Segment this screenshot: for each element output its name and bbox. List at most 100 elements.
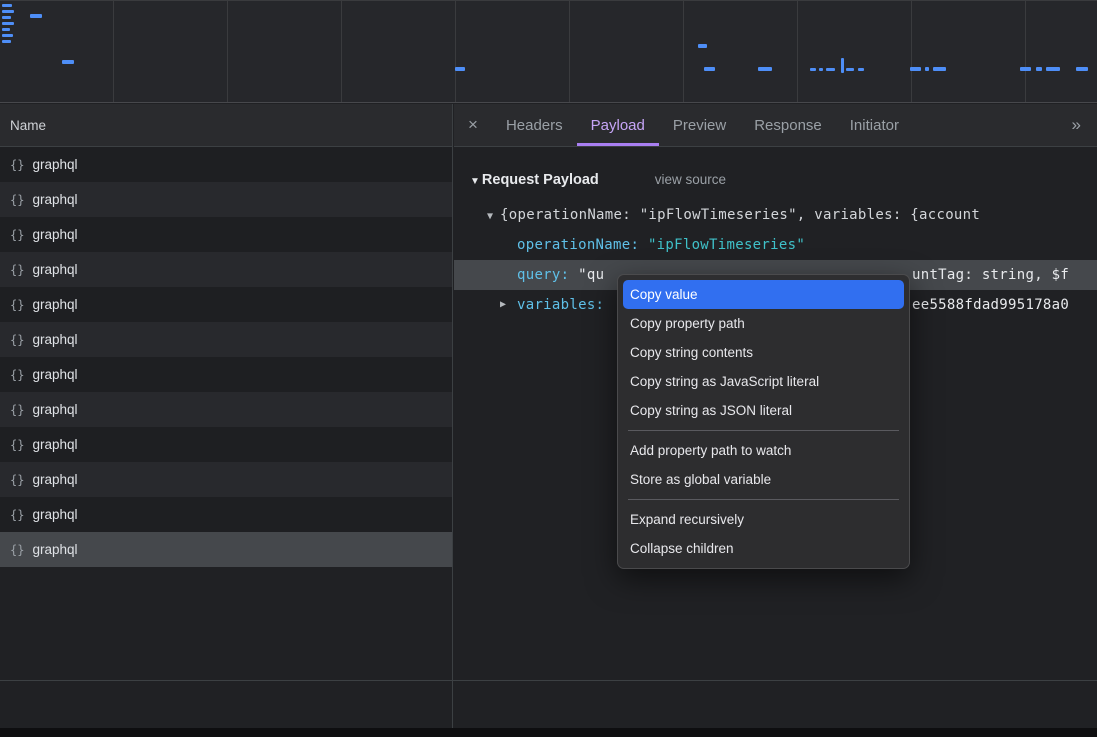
request-row[interactable]: {} graphql [0, 392, 452, 427]
request-row[interactable]: {} graphql [0, 462, 452, 497]
timeline-activity-bar [2, 28, 10, 31]
request-list: {} graphql {} graphql {} graphql {} graphql {} gr… [0, 147, 452, 567]
tab-response[interactable]: Response [740, 104, 836, 146]
request-name: graphql [32, 472, 77, 487]
json-braces-icon: {} [10, 403, 24, 417]
timeline-activity-bar [1020, 67, 1031, 71]
request-row[interactable]: {} graphql [0, 532, 452, 567]
request-name: graphql [32, 507, 77, 522]
timeline-activity-bar [846, 68, 854, 71]
request-name: graphql [32, 542, 77, 557]
timeline-activity-bar [62, 60, 74, 64]
menu-separator [628, 499, 899, 500]
request-row[interactable]: {}graphql [0, 427, 452, 462]
timeline-activity-bar [30, 14, 42, 18]
footer-divider [0, 680, 1097, 681]
timeline-activity-bar [2, 10, 14, 13]
timeline-activity-bar [925, 67, 929, 71]
timeline-activity-bar [910, 67, 921, 71]
request-name: graphql [32, 262, 77, 277]
request-name: graphql [32, 192, 77, 207]
tab-list: HeadersPayloadPreviewResponseInitiator [492, 104, 913, 146]
menu-item-add-property-path-to-watch[interactable]: Add property path to watch [618, 436, 909, 465]
section-expand-icon[interactable]: ▼ [470, 173, 480, 190]
timeline-activity-bar [810, 68, 816, 71]
payload-root-row[interactable]: ▼ {operationName: "ipFlowTimeseries", var… [454, 200, 1097, 230]
request-row[interactable]: {} graphql [0, 147, 452, 182]
menu-item-expand-recursively[interactable]: Expand recursively [618, 505, 909, 534]
menu-item-copy-property-path[interactable]: Copy property path [618, 309, 909, 338]
context-menu: Copy valueCopy property pathCopy string … [617, 274, 910, 569]
timeline-activity-bar [826, 68, 835, 71]
timeline-activity-bar [2, 16, 11, 19]
timeline-activity-bar [1036, 67, 1042, 71]
json-braces-icon: {} [10, 368, 24, 382]
request-name: graphql [32, 227, 77, 242]
json-braces-icon: {} [10, 263, 24, 277]
request-name: graphql [32, 297, 77, 312]
request-row[interactable]: {} graphql [0, 182, 452, 217]
request-row[interactable]: {} graphql [0, 357, 452, 392]
menu-item-store-as-global-variable[interactable]: Store as global variable [618, 465, 909, 494]
timeline-activity-bar [819, 68, 823, 71]
root-expand-icon[interactable]: ▼ [487, 211, 493, 222]
request-row[interactable]: {}graphql [0, 322, 452, 357]
menu-item-copy-value[interactable]: Copy value [623, 280, 904, 309]
request-row[interactable]: {} graphql [0, 217, 452, 252]
menu-item-copy-string-contents[interactable]: Copy string contents [618, 338, 909, 367]
property-value: "ipFlowTimeseries" [648, 237, 805, 253]
more-tabs-icon[interactable]: » [1056, 115, 1097, 135]
network-overview-timeline[interactable] [0, 0, 1097, 103]
json-braces-icon: {} [10, 158, 24, 172]
timeline-activity-bar [704, 67, 715, 71]
request-list-panel: Name {}graphql{}graphql{}graphql{}graphq… [0, 104, 453, 728]
timeline-activity-bar [841, 58, 844, 73]
timeline-activity-bar [1046, 67, 1060, 71]
property-value-start: "qu [578, 267, 604, 283]
name-column-label: Name [10, 118, 46, 133]
expand-arrow-icon[interactable]: ▶ [500, 290, 506, 320]
tab-headers[interactable]: Headers [492, 104, 577, 146]
timeline-activity-bar [1076, 67, 1088, 71]
request-row[interactable]: {} graphql [0, 252, 452, 287]
request-payload-section-header: ▼ Request Payload view source [454, 171, 1097, 188]
devtools-screenshot: Name {}graphql{}graphql{}graphql{}graphq… [0, 0, 1110, 740]
timeline-activity-bar [455, 67, 465, 71]
property-value-end: ee5588fdad995178a0 [912, 290, 1069, 320]
tab-preview[interactable]: Preview [659, 104, 740, 146]
request-name: graphql [32, 402, 77, 417]
menu-item-collapse-children[interactable]: Collapse children [618, 534, 909, 563]
json-braces-icon: {} [10, 193, 24, 207]
tab-initiator[interactable]: Initiator [836, 104, 913, 146]
request-name: graphql [32, 367, 77, 382]
request-name: graphql [32, 157, 77, 172]
timeline-activity-bar [698, 44, 707, 48]
timeline-activity-bar [933, 67, 946, 71]
menu-item-copy-string-as-javascript-literal[interactable]: Copy string as JavaScript literal [618, 367, 909, 396]
json-braces-icon: {} [10, 473, 24, 487]
request-name: graphql [32, 437, 77, 452]
property-key: variables: [517, 297, 604, 313]
payload-row-operationName[interactable]: operationName: "ipFlowTimeseries" [454, 230, 1097, 260]
devtools-network-panel: Name {}graphql{}graphql{}graphql{}graphq… [0, 0, 1097, 737]
timeline-activity-bar [2, 4, 12, 7]
property-value-end: untTag: string, $f [912, 260, 1069, 290]
detail-tab-bar: × HeadersPayloadPreviewResponseInitiator… [454, 104, 1097, 147]
json-braces-icon: {} [10, 333, 24, 347]
json-braces-icon: {} [10, 298, 24, 312]
name-column-header[interactable]: Name [0, 104, 452, 147]
request-row[interactable]: {}graphql [0, 497, 452, 532]
timeline-activity-bar [2, 22, 14, 25]
timeline-activity-bar [2, 34, 13, 37]
section-title: Request Payload [482, 172, 599, 189]
close-icon[interactable]: × [454, 115, 492, 135]
request-row[interactable]: {} graphql [0, 287, 452, 322]
network-main-area: Name {}graphql{}graphql{}graphql{}graphq… [0, 104, 1097, 728]
property-key: operationName: [517, 237, 648, 253]
json-braces-icon: {} [10, 228, 24, 242]
menu-item-copy-string-as-json-literal[interactable]: Copy string as JSON literal [618, 396, 909, 425]
view-source-link[interactable]: view source [655, 171, 726, 188]
json-braces-icon: {} [10, 543, 24, 557]
tab-payload[interactable]: Payload [577, 104, 659, 146]
root-object-preview: {operationName: "ipFlowTimeseries", vari… [500, 207, 980, 223]
